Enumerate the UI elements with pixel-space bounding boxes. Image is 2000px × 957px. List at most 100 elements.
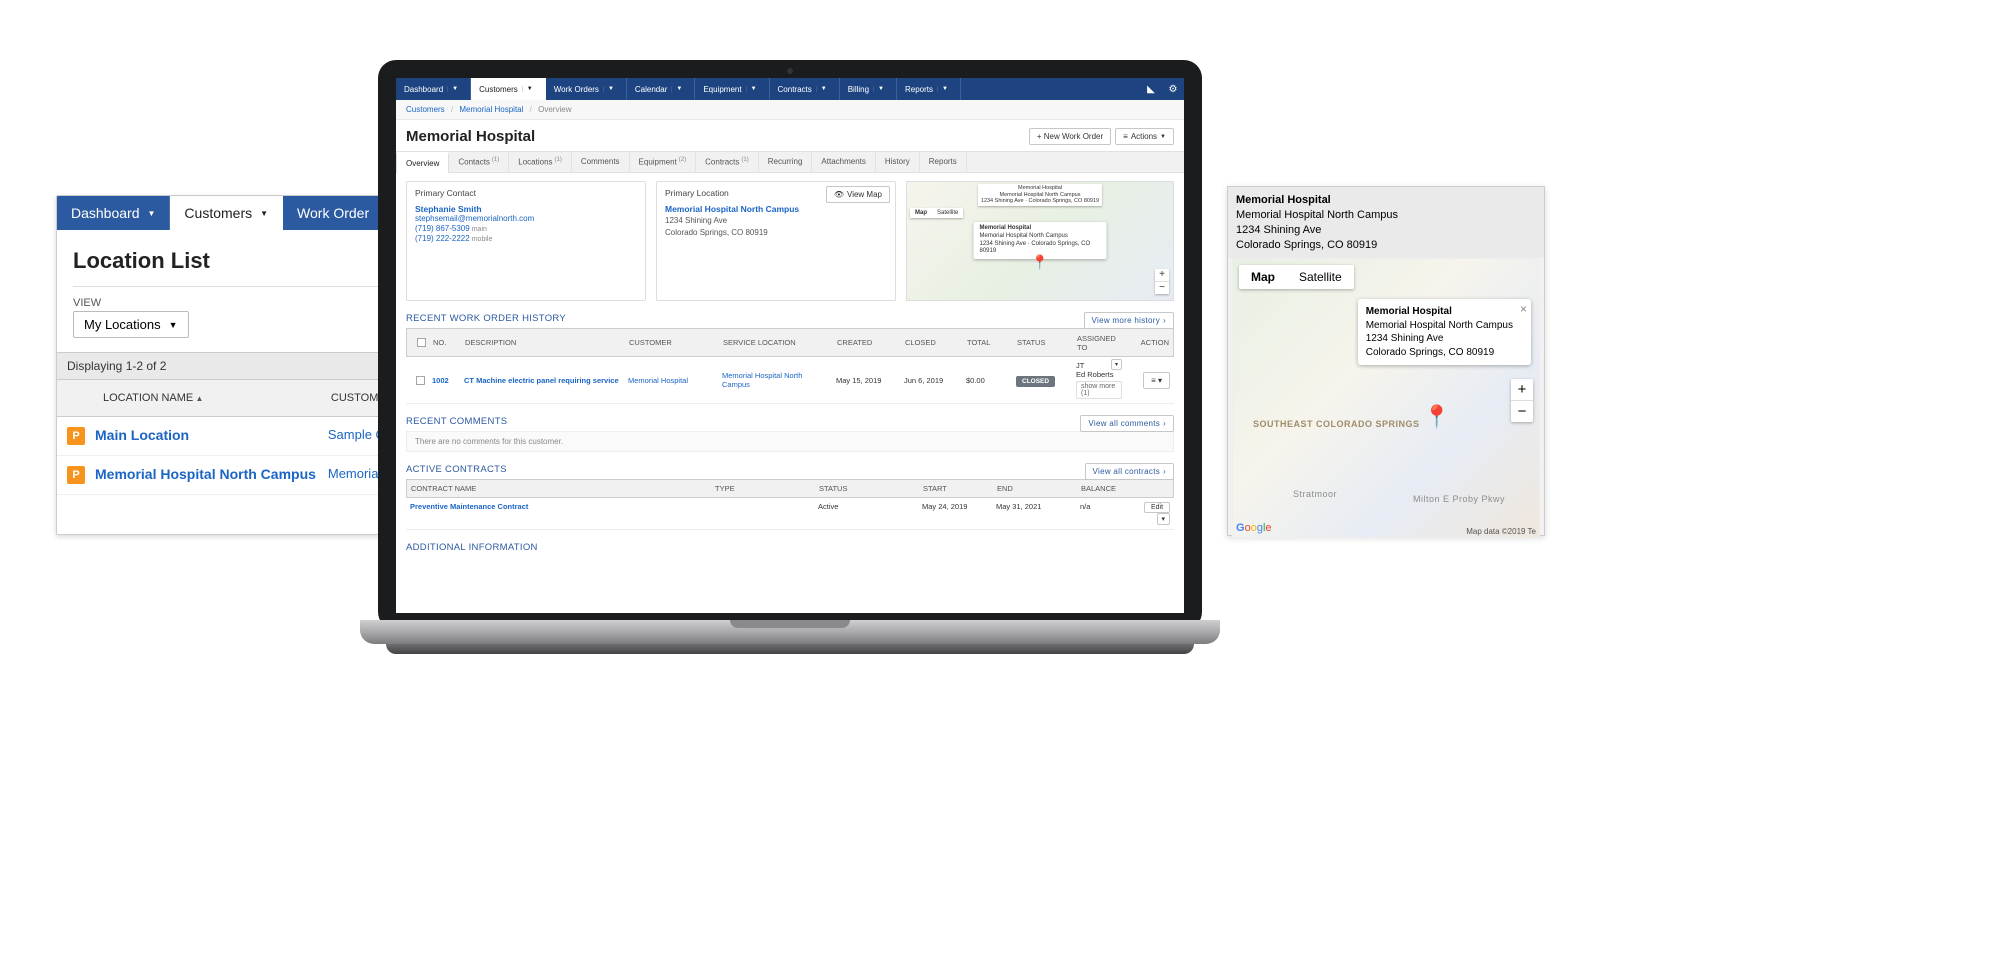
section-recent-wo: RECENT WORK ORDER HISTORY View more hist… bbox=[406, 313, 1174, 324]
map-btn-map[interactable]: Map bbox=[1239, 265, 1287, 289]
col-action[interactable]: ACTION bbox=[1125, 338, 1169, 347]
tab-customers[interactable]: Customers ▼ bbox=[170, 196, 283, 230]
crumb-memorial[interactable]: Memorial Hospital bbox=[459, 105, 523, 114]
app: Dashboard▼ Customers▼ Work Orders▼ Calen… bbox=[396, 78, 1184, 613]
col-type[interactable]: TYPE bbox=[715, 484, 815, 493]
nav-equipment[interactable]: Equipment▼ bbox=[695, 78, 769, 100]
tab-reports[interactable]: Reports bbox=[920, 152, 967, 172]
col-end[interactable]: END bbox=[997, 484, 1077, 493]
view-more-history-button[interactable]: View more history › bbox=[1084, 312, 1175, 329]
nav-customers[interactable]: Customers▼ bbox=[471, 78, 546, 100]
new-work-order-button[interactable]: + New Work Order bbox=[1029, 128, 1111, 145]
nav-contracts[interactable]: Contracts▼ bbox=[770, 78, 840, 100]
tab-label: Overview bbox=[406, 159, 439, 168]
chevron-down-icon[interactable]: ▼ bbox=[522, 86, 537, 92]
location-link[interactable]: Main Location bbox=[95, 427, 318, 443]
btn-label: View all contracts bbox=[1093, 467, 1161, 476]
actions-dropdown[interactable]: ≡ Actions ▼ bbox=[1115, 128, 1174, 145]
chevron-down-icon: ▼ bbox=[169, 320, 178, 330]
nav-dashboard[interactable]: Dashboard▼ bbox=[396, 78, 471, 100]
location-name-link[interactable]: Memorial Hospital North Campus bbox=[665, 204, 887, 214]
col-total[interactable]: TOTAL bbox=[967, 338, 1013, 347]
wo-customer-link[interactable]: Memorial Hospital bbox=[628, 376, 718, 385]
zoom-in-button[interactable]: + bbox=[1155, 269, 1169, 281]
tab-dashboard[interactable]: Dashboard ▼ bbox=[57, 196, 170, 230]
laptop-base bbox=[360, 620, 1220, 664]
map-btn-map[interactable]: Map bbox=[910, 208, 932, 218]
nav-work-orders[interactable]: Work Orders▼ bbox=[546, 78, 627, 100]
wo-total: $0.00 bbox=[966, 376, 1012, 385]
tab-locations[interactable]: Locations(1) bbox=[509, 152, 572, 172]
col-balance[interactable]: BALANCE bbox=[1081, 484, 1141, 493]
tab-equipment[interactable]: Equipment(2) bbox=[630, 152, 697, 172]
wo-desc-link[interactable]: CT Machine electric panel requiring serv… bbox=[464, 376, 624, 385]
col-created[interactable]: CREATED bbox=[837, 338, 901, 347]
col-assigned[interactable]: ASSIGNED TO bbox=[1077, 334, 1121, 352]
edit-button[interactable]: Edit bbox=[1144, 502, 1170, 513]
col-customer[interactable]: CUSTOMER bbox=[629, 338, 719, 347]
nav-calendar[interactable]: Calendar▼ bbox=[627, 78, 695, 100]
tab-recurring[interactable]: Recurring bbox=[759, 152, 813, 172]
chevron-down-icon[interactable]: ▼ bbox=[671, 86, 686, 92]
location-badge: P bbox=[67, 427, 85, 445]
chevron-down-icon[interactable]: ▼ bbox=[260, 209, 268, 218]
show-more-button[interactable]: show more (1) bbox=[1076, 381, 1122, 399]
crumb-customers[interactable]: Customers bbox=[406, 105, 445, 114]
tab-label: Work Order bbox=[297, 205, 369, 221]
map-btn-satellite[interactable]: Satellite bbox=[1287, 265, 1354, 289]
zoom-in-button[interactable]: + bbox=[1511, 379, 1533, 400]
contract-name-link[interactable]: Preventive Maintenance Contract bbox=[410, 502, 710, 525]
tab-contracts[interactable]: Contracts(1) bbox=[696, 152, 759, 172]
select-all-checkbox[interactable] bbox=[417, 338, 426, 347]
chevron-down-icon[interactable]: ▼ bbox=[816, 86, 831, 92]
view-dropdown[interactable]: My Locations ▼ bbox=[73, 311, 189, 338]
bookmark-icon[interactable]: ◣ bbox=[1140, 78, 1162, 100]
btn-label: View Map bbox=[847, 190, 882, 199]
assigned-dropdown[interactable]: ▾ bbox=[1111, 359, 1122, 370]
nav-billing[interactable]: Billing▼ bbox=[840, 78, 897, 100]
tab-overview[interactable]: Overview bbox=[396, 152, 449, 173]
wo-number-link[interactable]: 1002 bbox=[432, 376, 460, 385]
tab-comments[interactable]: Comments bbox=[572, 152, 630, 172]
contract-dropdown[interactable]: ▾ bbox=[1157, 513, 1171, 525]
chevron-down-icon[interactable]: ▼ bbox=[937, 86, 952, 92]
col-desc[interactable]: DESCRIPTION bbox=[465, 338, 625, 347]
chevron-down-icon[interactable]: ▼ bbox=[447, 86, 462, 92]
view-map-button[interactable]: 👁 View Map bbox=[826, 186, 890, 203]
col-service-loc[interactable]: SERVICE LOCATION bbox=[723, 338, 833, 347]
zoom-out-button[interactable]: − bbox=[1511, 401, 1533, 422]
map-btn-satellite[interactable]: Satellite bbox=[932, 208, 963, 218]
view-all-comments-button[interactable]: View all comments › bbox=[1080, 415, 1174, 432]
contact-name-link[interactable]: Stephanie Smith bbox=[415, 204, 637, 214]
col-status[interactable]: STATUS bbox=[819, 484, 919, 493]
col-status[interactable]: STATUS bbox=[1017, 338, 1073, 347]
zoom-out-button[interactable]: − bbox=[1155, 282, 1169, 294]
map-canvas[interactable]: Map Satellite × Memorial Hospital Memori… bbox=[1232, 258, 1540, 538]
location-link[interactable]: Memorial Hospital North Campus bbox=[95, 466, 318, 482]
contact-email-link[interactable]: stephsemail@memorialnorth.com bbox=[415, 214, 637, 223]
subtabs: Overview Contacts(1) Locations(1) Commen… bbox=[396, 151, 1184, 173]
tab-label: Attachments bbox=[821, 157, 865, 166]
row-checkbox[interactable] bbox=[416, 375, 425, 384]
col-start[interactable]: START bbox=[923, 484, 993, 493]
chevron-down-icon[interactable]: ▼ bbox=[746, 86, 761, 92]
wo-loc-link[interactable]: Memorial Hospital North Campus bbox=[722, 371, 832, 389]
chevron-down-icon[interactable]: ▼ bbox=[873, 86, 888, 92]
view-all-contracts-button[interactable]: View all contracts › bbox=[1085, 463, 1174, 480]
row-action-menu[interactable]: ≡ ▾ bbox=[1143, 372, 1170, 389]
contact-phone-main[interactable]: (719) 867-5309 bbox=[415, 224, 470, 233]
col-location-name[interactable]: LOCATION NAME bbox=[103, 392, 321, 404]
col-closed[interactable]: CLOSED bbox=[905, 338, 963, 347]
tab-history[interactable]: History bbox=[876, 152, 920, 172]
tab-attachments[interactable]: Attachments bbox=[812, 152, 875, 172]
chevron-down-icon[interactable]: ▼ bbox=[603, 86, 618, 92]
contact-phone-mobile[interactable]: (719) 222-2222 bbox=[415, 234, 470, 243]
nav-reports[interactable]: Reports▼ bbox=[897, 78, 961, 100]
close-icon[interactable]: × bbox=[1520, 301, 1527, 317]
mini-map[interactable]: Memorial Hospital Memorial Hospital Nort… bbox=[906, 181, 1174, 301]
col-no[interactable]: NO. bbox=[433, 338, 461, 347]
chevron-down-icon[interactable]: ▼ bbox=[148, 209, 156, 218]
col-name[interactable]: CONTRACT NAME bbox=[411, 484, 711, 493]
gear-icon[interactable]: ⚙ bbox=[1162, 78, 1184, 100]
tab-contacts[interactable]: Contacts(1) bbox=[449, 152, 509, 172]
